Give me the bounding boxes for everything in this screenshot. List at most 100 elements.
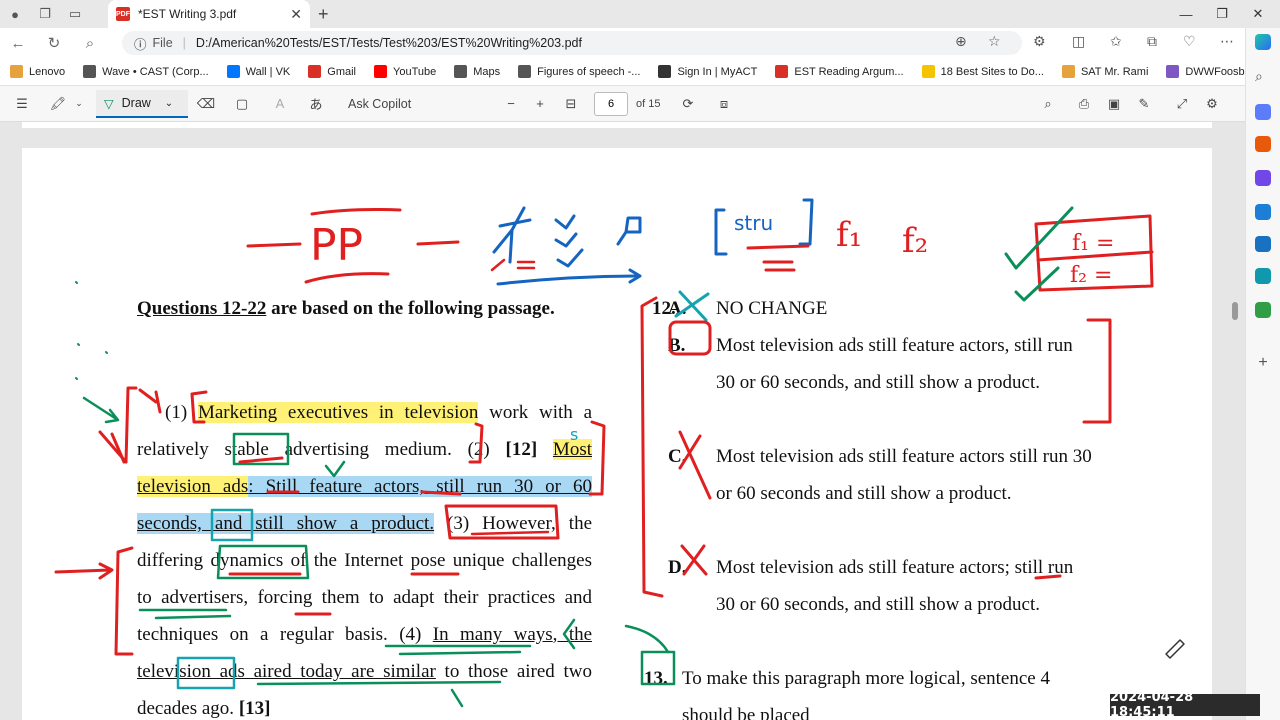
- new-tab-icon[interactable]: +: [318, 4, 329, 25]
- microsoft365-icon[interactable]: [1255, 204, 1271, 220]
- bookmark-icon: [308, 65, 322, 78]
- eraser-icon[interactable]: ⌫: [196, 86, 216, 122]
- passage-text: (1) Marketing executives in television w…: [137, 402, 593, 719]
- url-text: D:/American%20Tests/EST/Tests/Test%203/E…: [195, 36, 582, 50]
- rotate-icon[interactable]: ⟳: [680, 86, 696, 122]
- contents-icon[interactable]: ☰: [12, 86, 32, 122]
- highlight-icon[interactable]: 🖍: [48, 86, 68, 122]
- active-tab[interactable]: PDF *EST Writing 3.pdf ✕: [108, 0, 310, 28]
- settings-gear-icon[interactable]: ⚙: [1204, 86, 1220, 122]
- tools-icon[interactable]: [1255, 136, 1271, 152]
- close-window-icon[interactable]: ✕: [1240, 0, 1276, 28]
- zoom-in-icon[interactable]: +: [532, 86, 548, 122]
- bookmark-item[interactable]: SAT Mr. Rami: [1061, 65, 1149, 78]
- close-tab-icon[interactable]: ✕: [290, 6, 302, 23]
- find-icon[interactable]: ⌕: [1040, 86, 1056, 122]
- word-stable: stable: [224, 439, 269, 460]
- choice-b[interactable]: B. Most television ads still feature act…: [668, 327, 1108, 438]
- search-sidebar-icon[interactable]: ⌕: [1255, 68, 1271, 84]
- bookmark-icon: [775, 65, 789, 78]
- more-menu-icon[interactable]: ⋯: [1220, 33, 1234, 50]
- page-view-icon[interactable]: ⧈: [716, 86, 732, 122]
- pdf-viewer[interactable]: Questions 12-22 are based on the followi…: [0, 122, 1245, 720]
- page-number-input[interactable]: [594, 92, 628, 116]
- profile-icon[interactable]: ●: [0, 0, 30, 28]
- bookmark-item[interactable]: Maps: [454, 65, 500, 78]
- save-icon[interactable]: ▣: [1106, 86, 1122, 122]
- pdf-toolbar: ☰ 🖍 ⌄ ▽ Draw ⌄ ⌫ ▢ A あ Ask Copilot − + ⊟…: [0, 86, 1245, 122]
- print-icon[interactable]: ⎙: [1076, 86, 1092, 122]
- shopping-icon[interactable]: [1255, 104, 1271, 120]
- draw-button[interactable]: ▽ Draw ⌄: [96, 90, 188, 118]
- bookmark-label: SAT Mr. Rami: [1080, 65, 1149, 78]
- bookmark-item[interactable]: 18 Best Sites to Do...: [921, 65, 1044, 78]
- bookmark-label: YouTube: [393, 65, 437, 78]
- previous-page: [22, 122, 1212, 128]
- draw-label: Draw: [121, 96, 151, 110]
- fit-page-icon[interactable]: ⊟: [562, 86, 580, 122]
- bookmark-item[interactable]: Figures of speech -...: [518, 65, 640, 78]
- pen-icon: ▽: [104, 96, 114, 111]
- scrollbar-thumb[interactable]: [1232, 302, 1238, 320]
- minimize-icon[interactable]: —: [1168, 0, 1204, 28]
- edge-sidebar: ⌕ +: [1245, 28, 1280, 720]
- read-aloud-icon[interactable]: A: [270, 86, 290, 122]
- choice-d[interactable]: D. Most television ads still feature act…: [668, 549, 1108, 660]
- workspaces-icon[interactable]: ❐: [30, 0, 60, 28]
- question-13: 13. To make this paragraph more logical,…: [644, 660, 1084, 720]
- video-timestamp: 2024-04-28 18:45:11: [1110, 690, 1260, 720]
- choice-c[interactable]: C. Most television ads still feature act…: [668, 438, 1108, 549]
- add-sidebar-icon[interactable]: +: [1255, 354, 1271, 371]
- pdf-icon: PDF: [116, 7, 130, 21]
- bookmark-icon: [226, 65, 240, 78]
- browser-essentials-icon[interactable]: ♡: [1183, 33, 1196, 50]
- fullscreen-icon[interactable]: ⤢: [1174, 86, 1190, 122]
- favorite-star-icon[interactable]: ☆: [988, 33, 1001, 50]
- drop-icon[interactable]: [1255, 268, 1271, 284]
- favorites-icon[interactable]: ✩: [1110, 33, 1122, 50]
- bookmark-item[interactable]: Lenovo: [10, 65, 65, 78]
- bookmark-item[interactable]: Gmail: [308, 65, 356, 78]
- extensions-icon[interactable]: ⚙: [1033, 33, 1046, 50]
- info-icon[interactable]: ⓘ: [134, 34, 147, 53]
- bookmark-icon: [10, 65, 23, 78]
- bookmark-label: Figures of speech -...: [537, 65, 641, 78]
- copilot-icon[interactable]: [1255, 34, 1271, 50]
- bookmark-item[interactable]: EST Reading Argum...: [775, 65, 904, 78]
- bookmark-icon: [1166, 65, 1180, 78]
- highlight-dropdown-icon[interactable]: ⌄: [72, 86, 86, 122]
- bookmark-icon: [374, 65, 387, 78]
- bookmark-icon: [1061, 65, 1075, 78]
- bookmarks-bar: Lenovo Wave • CAST (Corp... Wall | VK Gmail…: [0, 58, 1280, 86]
- url-field[interactable]: ⓘ File | D:/American%20Tests/EST/Tests/T…: [122, 31, 1022, 55]
- search-icon[interactable]: ⌕: [72, 35, 108, 52]
- split-screen-icon[interactable]: ◫: [1072, 33, 1085, 50]
- underlined-portion-13a: In many ways: [432, 624, 553, 645]
- bookmark-item[interactable]: YouTube: [374, 65, 436, 78]
- collections-icon[interactable]: ⧉: [1147, 33, 1157, 50]
- bookmark-item[interactable]: Wave • CAST (Corp...: [83, 65, 209, 78]
- tree-icon[interactable]: [1255, 302, 1271, 318]
- zoom-icon[interactable]: ⊕: [955, 33, 967, 50]
- zoom-out-icon[interactable]: −: [503, 86, 519, 122]
- bookmark-icon: [921, 65, 935, 78]
- page-total: of 15: [636, 97, 661, 110]
- back-icon[interactable]: ←: [0, 35, 36, 52]
- pdf-page: Questions 12-22 are based on the followi…: [22, 148, 1212, 720]
- bookmark-item[interactable]: Sign In | MyACT: [658, 65, 757, 78]
- restore-icon[interactable]: ❐: [1204, 0, 1240, 28]
- bookmark-item[interactable]: Wall | VK: [226, 65, 290, 78]
- question-13-text: To make this paragraph more logical, sen…: [682, 668, 1050, 720]
- ask-copilot-button[interactable]: Ask Copilot: [348, 86, 411, 122]
- tab-actions-icon[interactable]: ▭: [60, 0, 90, 28]
- highlight-s1: Marketing executives in television: [197, 402, 479, 423]
- games-icon[interactable]: [1255, 170, 1271, 186]
- question-marker-12: [12]: [505, 439, 553, 460]
- outlook-icon[interactable]: [1255, 236, 1271, 252]
- refresh-icon[interactable]: ↻: [36, 34, 72, 52]
- translate-icon[interactable]: あ: [306, 86, 326, 122]
- save-as-icon[interactable]: ✎: [1136, 86, 1152, 122]
- text-box-icon[interactable]: ▢: [232, 86, 252, 122]
- bookmark-icon: [83, 65, 97, 78]
- choice-a[interactable]: A. NO CHANGE: [668, 290, 1108, 330]
